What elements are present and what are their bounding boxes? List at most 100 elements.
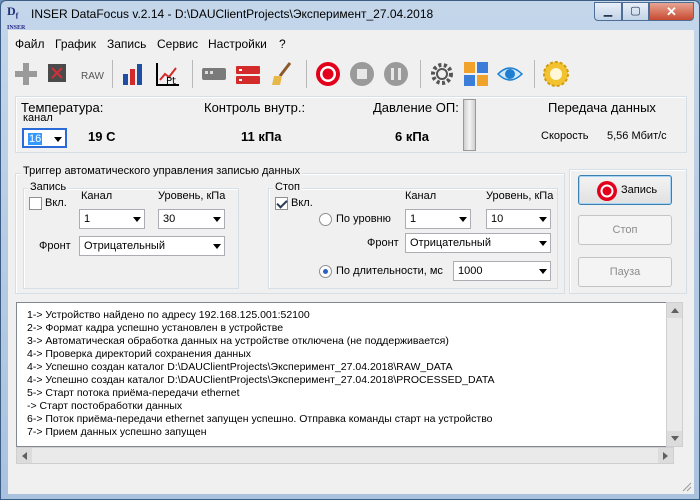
start-enabled-label: Вкл. (45, 197, 67, 209)
resize-grip-icon[interactable] (682, 482, 692, 492)
bar-chart-icon[interactable] (120, 60, 148, 88)
chevron-down-icon (539, 217, 547, 222)
minimize-icon: ▁ (603, 5, 613, 17)
stop-by-duration-label: По длительности, мс (336, 265, 443, 277)
log-line: 7-> Прием данных успешно запущен (27, 426, 207, 438)
log-line: 4-> Успешно создан каталог D:\DAUClientP… (27, 374, 495, 386)
pause-button-label: Пауза (609, 266, 641, 278)
logo-letters: D (7, 4, 16, 18)
pause-button[interactable]: Пауза (578, 257, 672, 287)
stop-button[interactable]: Стоп (578, 215, 672, 245)
record-icon (597, 181, 617, 201)
stop-enabled-checkbox[interactable] (275, 197, 288, 210)
stop-front-label: Фронт (367, 237, 399, 249)
pause-icon[interactable] (382, 60, 410, 88)
minimize-button[interactable]: ▁ (594, 2, 622, 21)
stop-by-level-radio[interactable] (319, 213, 332, 226)
raw-icon[interactable] (46, 60, 74, 88)
start-front-label: Фронт (39, 240, 71, 252)
stop-level-select[interactable]: 10 (486, 209, 551, 229)
toolbar-separator (192, 60, 193, 88)
client-area: Файл График Запись Сервис Настройки ? RA… (8, 30, 694, 494)
menu-file[interactable]: Файл (15, 37, 45, 51)
scroll-right-button[interactable] (658, 448, 673, 463)
log-line: 6-> Поток приёма-передачи ethernet запущ… (27, 413, 493, 425)
start-front-value: Отрицательный (84, 240, 165, 252)
pressure-value: 6 кПа (395, 129, 429, 144)
stop-duration-value: 1000 (458, 265, 483, 277)
stop-by-level-label: По уровню (336, 213, 391, 225)
device-icon[interactable] (200, 60, 228, 88)
menu-chart[interactable]: График (55, 37, 96, 51)
log-horizontal-scrollbar[interactable] (16, 447, 674, 464)
menu-bar: Файл График Запись Сервис Настройки ? (8, 30, 694, 55)
stop-channel-value: 1 (410, 213, 417, 225)
app-window: Df INSER INSER DataFocus v.2.14 - D:\DAU… (0, 0, 700, 500)
settings-badge-icon[interactable] (542, 60, 570, 88)
toolbar-separator (112, 60, 113, 88)
start-channel-select[interactable]: 1 (79, 209, 145, 229)
pressure-label: Давление ОП: (373, 100, 459, 115)
trigger-group-title: Триггер автоматического управления запис… (21, 165, 303, 177)
chevron-down-icon (213, 244, 221, 249)
internal-control-value: 11 кПа (241, 129, 282, 144)
close-icon: ✕ (666, 4, 677, 19)
stop-trigger-title: Стоп (273, 181, 302, 193)
start-channel-label: Канал (81, 190, 113, 202)
log-line: 2-> Формат кадра успешно установлен в ус… (27, 322, 284, 334)
stop-by-duration-radio[interactable] (319, 265, 332, 278)
log-panel[interactable]: 1-> Устройство найдено по адресу 192.168… (16, 302, 674, 447)
level-indicator (463, 99, 476, 151)
pt-label: Pt (166, 76, 176, 87)
close-button[interactable]: ✕ (649, 2, 694, 21)
chevron-down-icon (459, 217, 467, 222)
eye-icon[interactable] (496, 60, 524, 88)
menu-record[interactable]: Запись (107, 37, 146, 51)
menu-settings[interactable]: Настройки (208, 37, 267, 51)
log-line: 1-> Устройство найдено по адресу 192.168… (27, 309, 310, 321)
stop-duration-select[interactable]: 1000 (453, 261, 551, 281)
log-vertical-scrollbar[interactable] (666, 302, 683, 447)
add-icon[interactable] (12, 60, 40, 88)
toolbar-separator (420, 60, 421, 88)
start-level-value: 30 (163, 213, 176, 225)
start-level-select[interactable]: 30 (158, 209, 225, 229)
stop-icon[interactable] (348, 60, 376, 88)
menu-service[interactable]: Сервис (157, 37, 198, 51)
stop-channel-select[interactable]: 1 (405, 209, 471, 229)
chevron-down-icon (539, 241, 547, 246)
stop-channel-label: Канал (405, 190, 437, 202)
chevron-down-icon (539, 269, 547, 274)
start-enabled-checkbox[interactable] (29, 197, 42, 210)
data-transfer-label: Передача данных (548, 100, 656, 115)
stop-front-select[interactable]: Отрицательный (405, 233, 551, 253)
temperature-channel-select[interactable]: 16 (22, 128, 67, 148)
menu-help[interactable]: ? (279, 37, 286, 51)
scroll-left-button[interactable] (17, 448, 32, 463)
stop-enabled-label: Вкл. (291, 197, 313, 209)
pt-chart-icon[interactable]: Pt (154, 60, 182, 88)
scroll-down-button[interactable] (667, 431, 682, 446)
brush-icon[interactable] (268, 60, 296, 88)
maximize-button[interactable]: ▢ (622, 2, 649, 21)
maximize-icon: ▢ (630, 5, 641, 17)
start-level-label: Уровень, кПа (158, 190, 226, 202)
stop-button-label: Стоп (612, 224, 638, 236)
scroll-up-button[interactable] (667, 303, 682, 318)
calculator-icon[interactable] (462, 60, 490, 88)
internal-control-label: Контроль внутр.: (204, 100, 306, 115)
record-icon[interactable] (314, 60, 342, 88)
chevron-down-icon (54, 137, 62, 142)
device-red-icon[interactable] (234, 60, 262, 88)
title-bar[interactable]: Df INSER INSER DataFocus v.2.14 - D:\DAU… (1, 1, 699, 31)
log-line: 3-> Автоматическая обработка данных на у… (27, 335, 449, 347)
speed-value: 5,56 Мбит/с (607, 130, 667, 142)
record-button[interactable]: Запись (578, 175, 672, 205)
stop-level-label: Уровень, кПа (486, 190, 554, 202)
chevron-up-icon (671, 308, 679, 313)
gear-icon[interactable] (428, 60, 456, 88)
start-front-select[interactable]: Отрицательный (79, 236, 225, 256)
log-line: -> Старт постобработки данных (27, 400, 183, 412)
chevron-down-icon (133, 217, 141, 222)
toolbar-separator (534, 60, 535, 88)
